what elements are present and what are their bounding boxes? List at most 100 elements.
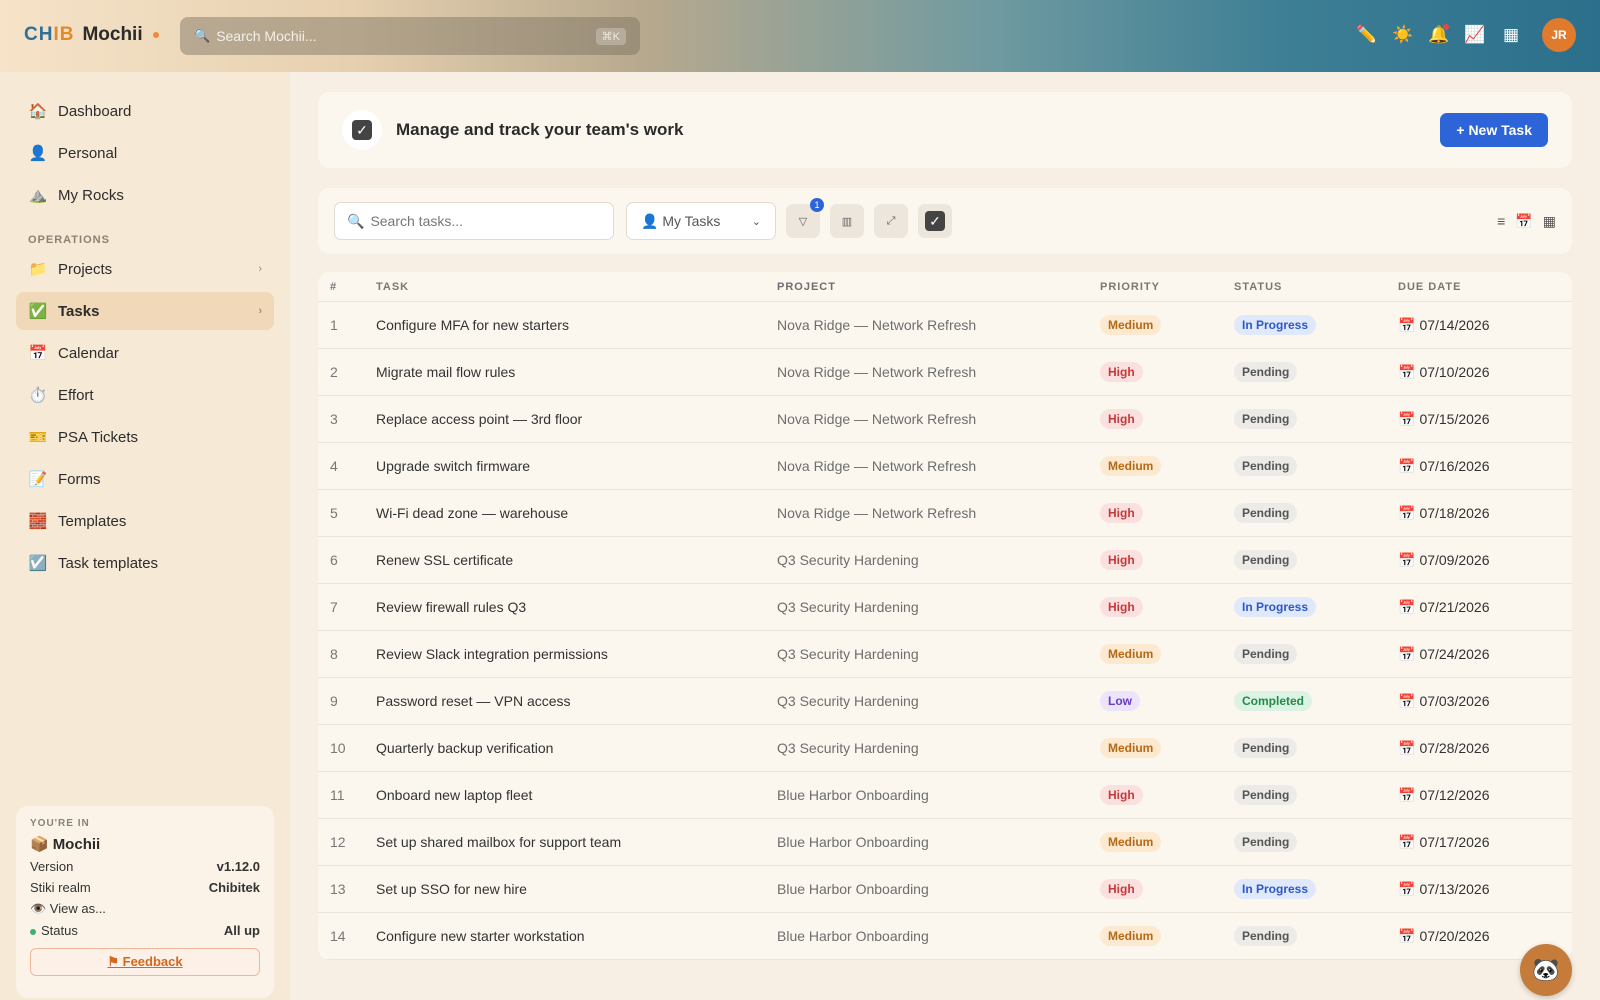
task-name[interactable]: Onboard new laptop fleet [376, 787, 777, 803]
global-search-input[interactable]: 🔍 Search Mochii... ⌘K [180, 17, 640, 55]
project-name[interactable]: Nova Ridge — Network Refresh [777, 505, 1100, 521]
task-name[interactable]: Configure MFA for new starters [376, 317, 777, 333]
task-name[interactable]: Migrate mail flow rules [376, 364, 777, 380]
due-date-cell[interactable]: 📅 07/21/2026 [1398, 599, 1568, 616]
project-name[interactable]: Blue Harbor Onboarding [777, 834, 1100, 850]
pencil-icon[interactable]: ✏️ [1356, 24, 1378, 46]
select-all-button[interactable]: ✓ [918, 204, 952, 238]
status-badge[interactable]: Pending [1234, 409, 1298, 429]
task-name[interactable]: Renew SSL certificate [376, 552, 777, 568]
status-badge[interactable]: In Progress [1234, 597, 1317, 617]
project-name[interactable]: Nova Ridge — Network Refresh [777, 317, 1100, 333]
sidebar-item-effort[interactable]: ⏱️ Effort [16, 376, 274, 414]
status-badge[interactable]: In Progress [1234, 315, 1317, 335]
table-row[interactable]: 5 Wi-Fi dead zone — warehouse Nova Ridge —… [318, 490, 1572, 537]
table-row[interactable]: 4 Upgrade switch firmware Nova Ridge — Net… [318, 443, 1572, 490]
feedback-button[interactable]: ⚑ Feedback [30, 948, 260, 976]
table-row[interactable]: 1 Configure MFA for new starters Nova Ridg… [318, 302, 1572, 349]
col-header-project[interactable]: PROJECT [777, 281, 1100, 293]
view-as-link[interactable]: 👁️ View as... [30, 901, 260, 917]
columns-button[interactable]: ▥ [830, 204, 864, 238]
sidebar-item-personal[interactable]: 👤 Personal [16, 134, 274, 172]
table-row[interactable]: 2 Migrate mail flow rules Nova Ridge — Net… [318, 349, 1572, 396]
project-name[interactable]: Q3 Security Hardening [777, 552, 1100, 568]
due-date-cell[interactable]: 📅 07/16/2026 [1398, 458, 1568, 475]
task-name[interactable]: Configure new starter workstation [376, 928, 777, 944]
task-name[interactable]: Wi-Fi dead zone — warehouse [376, 505, 777, 521]
task-name[interactable]: Review firewall rules Q3 [376, 599, 777, 615]
status-badge[interactable]: Pending [1234, 456, 1298, 476]
table-row[interactable]: 3 Replace access point — 3rd floor Nova Ri… [318, 396, 1572, 443]
filter-button[interactable]: ▽ 1 [786, 198, 824, 238]
calendar-view-icon[interactable]: 📅 [1515, 213, 1532, 230]
bell-icon[interactable]: 🔔 [1428, 24, 1450, 46]
table-row[interactable]: 11 Onboard new laptop fleet Blue Harbor On… [318, 772, 1572, 819]
table-row[interactable]: 14 Configure new starter workstation Blue … [318, 913, 1572, 960]
project-name[interactable]: Blue Harbor Onboarding [777, 787, 1100, 803]
sidebar-item-templates[interactable]: 🧱 Templates [16, 502, 274, 540]
due-date-cell[interactable]: 📅 07/24/2026 [1398, 646, 1568, 663]
status-badge[interactable]: Completed [1234, 691, 1313, 711]
sidebar-item-tasks[interactable]: ✅ Tasks › [16, 292, 274, 330]
sidebar-item-psa-tickets[interactable]: 🎫 PSA Tickets [16, 418, 274, 456]
project-name[interactable]: Nova Ridge — Network Refresh [777, 458, 1100, 474]
project-name[interactable]: Q3 Security Hardening [777, 646, 1100, 662]
task-name[interactable]: Review Slack integration permissions [376, 646, 777, 662]
task-name[interactable]: Upgrade switch firmware [376, 458, 777, 474]
col-header-priority[interactable]: PRIORITY [1100, 281, 1234, 293]
due-date-cell[interactable]: 📅 07/13/2026 [1398, 881, 1568, 898]
due-date-cell[interactable]: 📅 07/28/2026 [1398, 740, 1568, 757]
project-name[interactable]: Nova Ridge — Network Refresh [777, 411, 1100, 427]
brand-logo[interactable]: CHIB Mochii [24, 24, 159, 46]
sidebar-item-calendar[interactable]: 📅 Calendar [16, 334, 274, 372]
due-date-cell[interactable]: 📅 07/17/2026 [1398, 834, 1568, 851]
new-task-button[interactable]: + New Task [1440, 113, 1548, 147]
due-date-cell[interactable]: 📅 07/20/2026 [1398, 928, 1568, 945]
col-header-task[interactable]: TASK [376, 281, 777, 293]
due-date-cell[interactable]: 📅 07/03/2026 [1398, 693, 1568, 710]
sidebar-item-projects[interactable]: 📁 Projects › [16, 250, 274, 288]
due-date-cell[interactable]: 📅 07/10/2026 [1398, 364, 1568, 381]
grid-view-icon[interactable]: ▦ [1543, 213, 1556, 230]
col-header-status[interactable]: STATUS [1234, 281, 1398, 293]
list-view-icon[interactable]: ≡ [1497, 213, 1505, 229]
grid-icon[interactable]: ▦ [1500, 24, 1522, 46]
status-badge[interactable]: Pending [1234, 785, 1298, 805]
sun-icon[interactable]: ☀️ [1392, 24, 1414, 46]
due-date-cell[interactable]: 📅 07/09/2026 [1398, 552, 1568, 569]
due-date-cell[interactable]: 📅 07/12/2026 [1398, 787, 1568, 804]
task-search-input[interactable]: 🔍 Search tasks... [334, 202, 614, 240]
col-header-due-date[interactable]: DUE DATE [1398, 281, 1568, 293]
avatar[interactable]: JR [1542, 18, 1576, 52]
expand-button[interactable]: ⤢ [874, 204, 908, 238]
task-name[interactable]: Quarterly backup verification [376, 740, 777, 756]
sidebar-item-my-rocks[interactable]: ⛰️ My Rocks [16, 176, 274, 214]
table-row[interactable]: 9 Password reset — VPN access Q3 Security … [318, 678, 1572, 725]
status-badge[interactable]: In Progress [1234, 879, 1317, 899]
task-filter-select[interactable]: 👤 My Tasks ⌄ [626, 202, 776, 240]
task-name[interactable]: Replace access point — 3rd floor [376, 411, 777, 427]
due-date-cell[interactable]: 📅 07/14/2026 [1398, 317, 1568, 334]
assistant-fab-button[interactable]: 🐼 [1520, 944, 1572, 996]
due-date-cell[interactable]: 📅 07/18/2026 [1398, 505, 1568, 522]
project-name[interactable]: Q3 Security Hardening [777, 693, 1100, 709]
project-name[interactable]: Q3 Security Hardening [777, 740, 1100, 756]
table-row[interactable]: 12 Set up shared mailbox for support team… [318, 819, 1572, 866]
table-row[interactable]: 8 Review Slack integration permissions Q3 … [318, 631, 1572, 678]
status-badge[interactable]: Pending [1234, 503, 1298, 523]
project-name[interactable]: Blue Harbor Onboarding [777, 928, 1100, 944]
status-badge[interactable]: Pending [1234, 644, 1298, 664]
status-badge[interactable]: Pending [1234, 738, 1298, 758]
task-name[interactable]: Set up shared mailbox for support team [376, 834, 777, 850]
chart-icon[interactable]: 📈 [1464, 24, 1486, 46]
table-row[interactable]: 13 Set up SSO for new hire Blue Harbor Onb… [318, 866, 1572, 913]
col-header-num[interactable]: # [318, 281, 376, 293]
project-name[interactable]: Blue Harbor Onboarding [777, 881, 1100, 897]
status-badge[interactable]: Pending [1234, 832, 1298, 852]
sidebar-item-task-templates[interactable]: ☑️ Task templates [16, 544, 274, 582]
status-badge[interactable]: Pending [1234, 550, 1298, 570]
table-row[interactable]: 10 Quarterly backup verification Q3 Securi… [318, 725, 1572, 772]
project-name[interactable]: Q3 Security Hardening [777, 599, 1100, 615]
project-name[interactable]: Nova Ridge — Network Refresh [777, 364, 1100, 380]
sidebar-item-dashboard[interactable]: 🏠 Dashboard [16, 92, 274, 130]
